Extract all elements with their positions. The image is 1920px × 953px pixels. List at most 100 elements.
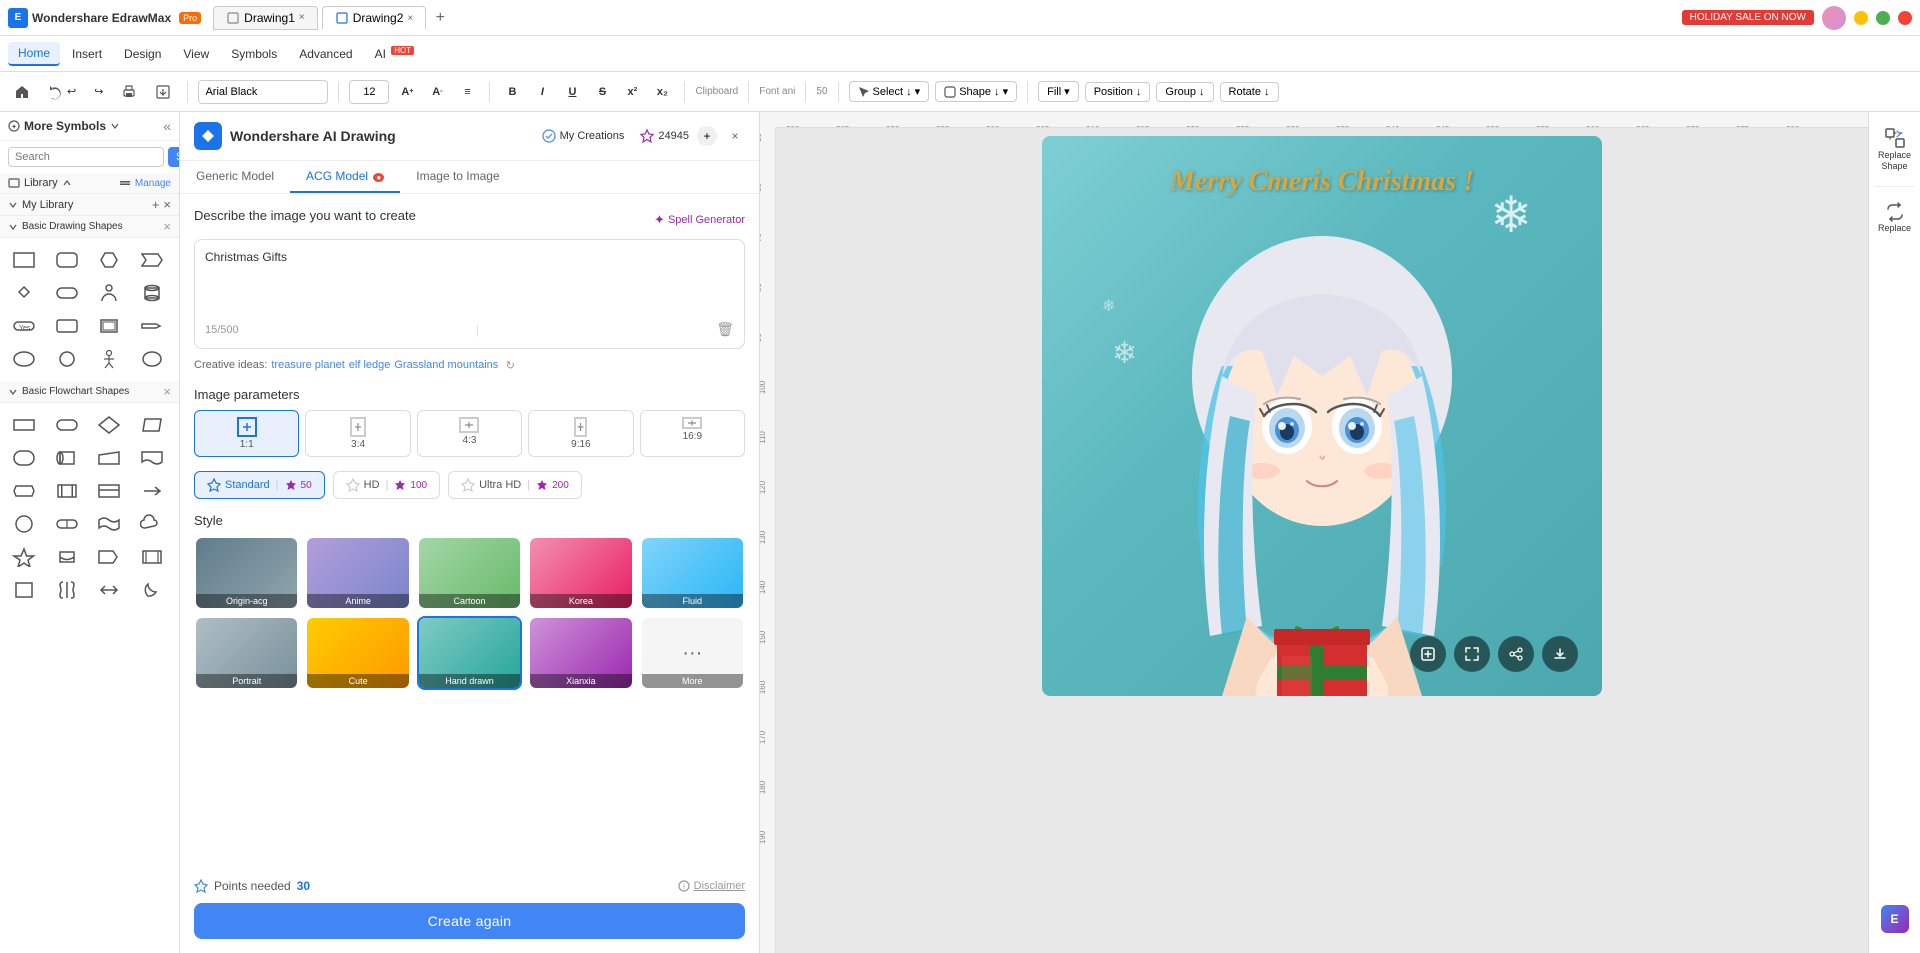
fill-dropdown[interactable]: Fill ▾ — [1038, 81, 1079, 102]
shape-ellipse[interactable] — [6, 344, 42, 374]
user-avatar[interactable] — [1822, 6, 1846, 30]
fc-angular[interactable] — [91, 542, 127, 572]
menu-insert[interactable]: Insert — [62, 43, 112, 65]
idea-elf-ledge[interactable]: elf ledge — [349, 359, 391, 371]
quality-ultra-hd[interactable]: Ultra HD | 200 — [448, 471, 582, 499]
fc-brace[interactable] — [49, 575, 85, 605]
shape-yes[interactable]: Yes — [6, 311, 42, 341]
fc-paper[interactable] — [91, 476, 127, 506]
style-fluid[interactable]: Fluid — [640, 536, 745, 610]
fc-rounded[interactable] — [49, 410, 85, 440]
new-tab-button[interactable]: + — [430, 8, 450, 28]
fullscreen-button[interactable] — [1454, 636, 1490, 672]
collapse-sidebar-button[interactable]: « — [163, 118, 171, 134]
shape-diamond-sm[interactable] — [6, 278, 42, 308]
shape-arrow-right[interactable] — [134, 311, 170, 341]
superscript-button[interactable]: x² — [620, 80, 644, 104]
home-button[interactable] — [8, 81, 36, 103]
fc-star[interactable] — [6, 542, 42, 572]
fc-process[interactable] — [6, 476, 42, 506]
style-portrait[interactable]: Portrait — [194, 616, 299, 690]
style-more[interactable]: ··· More — [640, 616, 745, 690]
fc-pill[interactable] — [49, 509, 85, 539]
holiday-badge[interactable]: HOLIDAY SALE ON NOW — [1682, 10, 1814, 25]
select-dropdown[interactable]: Select ↓ ▾ — [849, 81, 930, 102]
fc-manual-input[interactable] — [91, 443, 127, 473]
fc-rounded2[interactable] — [6, 443, 42, 473]
export-button[interactable] — [149, 81, 177, 103]
fc-double-rect[interactable] — [134, 542, 170, 572]
tab-image-to-image[interactable]: Image to Image — [400, 161, 515, 193]
search-button[interactable]: Search — [168, 147, 180, 167]
tab-drawing1[interactable]: Drawing1 × — [213, 6, 318, 30]
fc-circle[interactable] — [6, 509, 42, 539]
create-again-button[interactable]: Create again — [194, 903, 745, 939]
ratio-9-16[interactable]: 9:16 — [528, 410, 633, 457]
shape-dropdown[interactable]: Shape ↓ ▾ — [935, 81, 1017, 102]
menu-symbols[interactable]: Symbols — [221, 43, 287, 65]
print-button[interactable] — [115, 81, 143, 103]
fc-tape[interactable] — [91, 509, 127, 539]
shape-rectangle[interactable] — [6, 245, 42, 275]
shape-cylinder[interactable] — [134, 278, 170, 308]
replace-shape-button[interactable]: ReplaceShape — [1872, 120, 1918, 178]
ratio-1-1[interactable]: 1:1 — [194, 410, 299, 457]
shape-stick-figure[interactable] — [91, 344, 127, 374]
idea-treasure-planet[interactable]: treasure planet — [271, 359, 344, 371]
shape-rounded-corner[interactable] — [49, 311, 85, 341]
tab-generic-model[interactable]: Generic Model — [180, 161, 290, 193]
increase-font-button[interactable]: A+ — [395, 80, 419, 104]
style-korea[interactable]: Korea — [528, 536, 633, 610]
close-drawing-shapes-button[interactable]: × — [163, 219, 171, 234]
share-button[interactable] — [1498, 636, 1534, 672]
shape-blob[interactable] — [134, 344, 170, 374]
rotate-dropdown[interactable]: Rotate ↓ — [1220, 82, 1279, 102]
menu-advanced[interactable]: Advanced — [289, 43, 362, 65]
add-to-library-button[interactable]: + — [152, 197, 160, 212]
tab-close-drawing1[interactable]: × — [299, 12, 305, 23]
search-input[interactable] — [8, 147, 164, 167]
fc-prl[interactable] — [134, 410, 170, 440]
shape-rounded-rect[interactable] — [49, 245, 85, 275]
redo-button[interactable]: ↪ — [88, 82, 109, 101]
ratio-16-9[interactable]: 16:9 — [640, 410, 745, 457]
close-ai-panel-button[interactable]: × — [725, 126, 745, 146]
fc-document[interactable] — [134, 443, 170, 473]
ratio-4-3[interactable]: 4:3 — [417, 410, 522, 457]
align-button[interactable]: ≡ — [455, 80, 479, 104]
bold-button[interactable]: B — [500, 80, 524, 104]
font-family-input[interactable] — [198, 80, 328, 104]
add-credits-button[interactable]: + — [697, 126, 717, 146]
disclaimer-link[interactable]: Disclaimer — [694, 880, 745, 892]
shape-hexagon[interactable] — [91, 245, 127, 275]
shape-person[interactable] — [91, 278, 127, 308]
tab-close-drawing2[interactable]: × — [407, 13, 413, 24]
download-button[interactable] — [1542, 636, 1578, 672]
quality-hd[interactable]: HD | 100 — [333, 471, 440, 499]
close-window-button[interactable] — [1898, 11, 1912, 25]
menu-view[interactable]: View — [173, 43, 219, 65]
menu-home[interactable]: Home — [8, 42, 60, 66]
style-hand-drawn[interactable]: Hand drawn — [417, 616, 522, 690]
fc-square[interactable] — [6, 575, 42, 605]
style-origin-acg[interactable]: Origin-acg — [194, 536, 299, 610]
close-flowchart-shapes-button[interactable]: × — [163, 384, 171, 399]
tab-drawing2[interactable]: Drawing2 × — [322, 6, 427, 29]
style-cute[interactable]: Cute — [305, 616, 410, 690]
my-creations-button[interactable]: My Creations — [534, 126, 633, 146]
fc-arrow[interactable] — [134, 476, 170, 506]
canvas[interactable]: Merry Cmeris Christmas ! ❄ ❄ ❄ — [776, 128, 1868, 953]
replace-button[interactable]: Replace — [1872, 195, 1918, 239]
clear-prompt-button[interactable]: 🗑 — [716, 321, 734, 338]
menu-ai[interactable]: AI HOT — [365, 42, 425, 65]
underline-button[interactable]: U — [560, 80, 584, 104]
group-dropdown[interactable]: Group ↓ — [1156, 82, 1213, 102]
close-library-button[interactable]: × — [163, 197, 171, 212]
shape-chevron[interactable] — [134, 245, 170, 275]
style-anime[interactable]: Anime — [305, 536, 410, 610]
refresh-ideas-button[interactable]: ↻ — [502, 357, 518, 373]
position-dropdown[interactable]: Position ↓ — [1085, 82, 1151, 102]
shape-circle[interactable] — [49, 344, 85, 374]
shape-rounded-rect2[interactable] — [49, 278, 85, 308]
undo-button[interactable]: ↩ — [42, 81, 82, 103]
